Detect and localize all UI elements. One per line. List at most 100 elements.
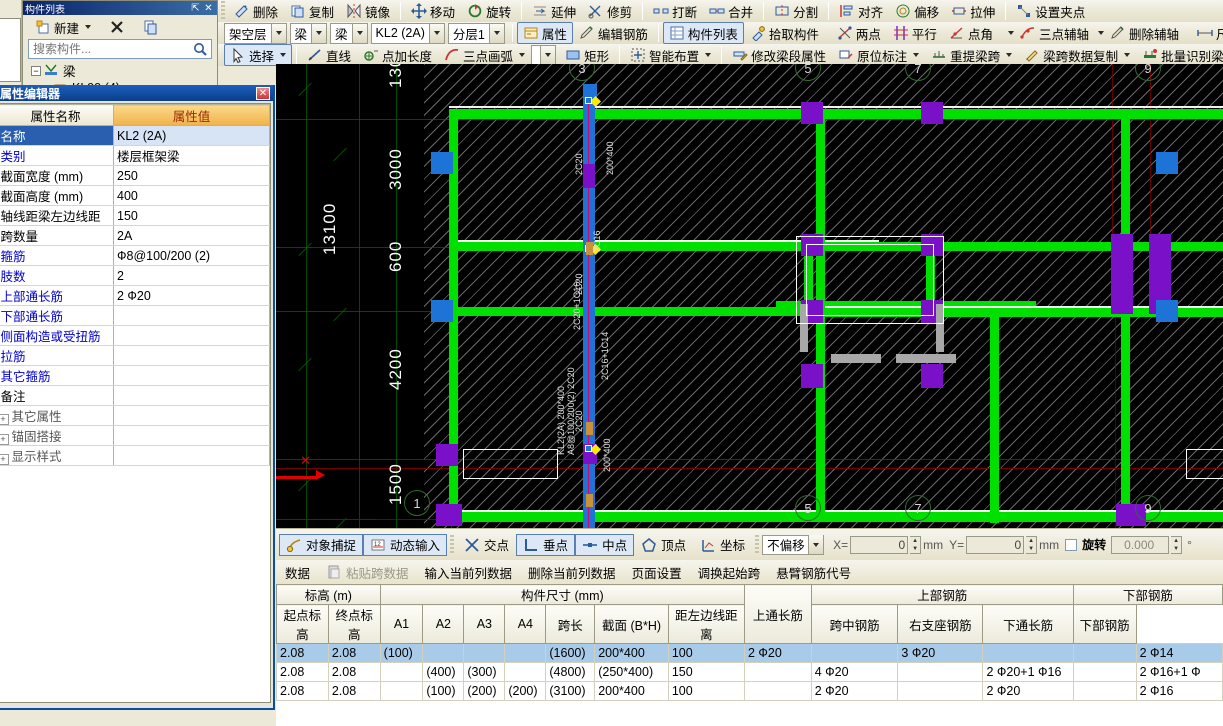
toolbar-button-直线[interactable]: 直线 <box>301 44 357 66</box>
property-value-cell[interactable]: 2 <box>113 265 270 286</box>
property-value-cell[interactable]: 2 Ф20 <box>113 285 270 306</box>
toolbar-button-旋转[interactable]: 旋转 <box>461 0 517 22</box>
sub-header-cell[interactable]: 跨长 <box>545 604 596 644</box>
snap-交点[interactable]: 交点 <box>457 534 516 556</box>
property-row[interactable]: + 锚固搭接 <box>0 425 270 446</box>
table-cell[interactable] <box>1072 681 1137 701</box>
cad-canvas[interactable]: ✕ 13100 3000 600 4200 1500 130 1 3 5 7 9 5 7 9 2C20 2C16… <box>276 64 1223 528</box>
property-row[interactable]: 下部通长筋 <box>0 305 270 326</box>
toolbar-button-延伸[interactable]: 延伸 <box>526 0 582 22</box>
span-tool-调换起始跨[interactable]: 调换起始跨 <box>691 561 768 584</box>
property-value-cell[interactable]: Ф8@100/200 (2) <box>113 245 270 266</box>
table-cell[interactable]: 2.08 <box>276 662 329 682</box>
toolbar-button-拾取构件[interactable]: 拾取构件 <box>744 22 825 44</box>
table-cell[interactable] <box>897 662 984 682</box>
property-row[interactable]: 上部通长筋 2 Ф20 <box>0 285 270 306</box>
property-row[interactable]: + 显示样式 <box>0 445 270 466</box>
copy-component-button[interactable] <box>137 16 165 38</box>
property-editor-window[interactable]: 属性编辑器 ✕ 属性名称 属性值 名称 KL2 (2A) 类别 楼层框架梁 截面宽度 (mm… <box>0 85 275 710</box>
expand-icon[interactable]: + <box>0 454 9 465</box>
toolbar-button-属性[interactable]: 属性 <box>516 22 573 44</box>
search-component-field[interactable] <box>28 39 212 59</box>
search-icon[interactable] <box>192 41 208 57</box>
toolbar-button-点加长度[interactable]: 点加长度 <box>357 44 438 66</box>
table-cell[interactable] <box>897 681 984 701</box>
chevron-down-icon[interactable] <box>1006 53 1013 57</box>
property-value-cell[interactable]: 150 <box>113 205 270 226</box>
table-row[interactable]: 2.08 2.08 (400) (300) (4800) (250*400) 150 4 Ф2… <box>276 662 1223 682</box>
table-cell[interactable] <box>810 643 899 663</box>
span-tool-输入当前列数据[interactable]: 输入当前列数据 <box>418 561 520 584</box>
sub-header-cell[interactable]: 跨中钢筋 <box>810 604 899 644</box>
table-cell[interactable]: 200*400 <box>594 643 669 663</box>
property-row[interactable]: 名称 KL2 (2A) <box>0 125 270 146</box>
table-cell[interactable]: 2.08 <box>327 681 381 701</box>
toolbar-button-修改梁段属性[interactable]: 修改梁段属性 <box>726 44 832 66</box>
y-spinner[interactable]: ▲ ▼ <box>1026 535 1038 554</box>
toolbar-button-编辑钢筋[interactable]: 编辑钢筋 <box>573 22 654 44</box>
property-row[interactable]: 截面高度 (mm) 400 <box>0 185 270 206</box>
table-cell[interactable]: 2 Ф20 <box>810 681 899 701</box>
beam-grip-center-2[interactable] <box>585 445 592 452</box>
group-header-cell[interactable]: 下部钢筋 <box>1072 584 1223 605</box>
table-cell[interactable] <box>504 643 547 663</box>
new-caret-icon[interactable] <box>85 25 92 29</box>
floor-combo-caret-icon[interactable] <box>270 23 286 43</box>
toolbar-button-尺寸[interactable]: 尺寸 <box>1191 22 1223 44</box>
sub-header-cell[interactable]: 起点标高 <box>276 604 329 644</box>
sub-header-cell[interactable]: 终点标高 <box>327 604 381 644</box>
table-cell[interactable] <box>379 662 424 682</box>
property-name-header[interactable]: 属性名称 <box>0 104 114 126</box>
toolbar-button-三点辅轴[interactable]: 三点辅轴 <box>1014 22 1095 44</box>
table-cell[interactable]: 2 Ф20 <box>744 643 812 663</box>
chevron-down-icon[interactable] <box>519 53 526 57</box>
table-cell[interactable]: 2 Ф16 <box>1135 681 1223 701</box>
span-data-table-wrap[interactable]: 标高 (m) 构件尺寸 (mm) 上通长筋 上部钢筋 下部钢筋 起点标高 终点标高 A1 A2 A… <box>276 584 1223 726</box>
table-cell[interactable] <box>982 643 1074 663</box>
component-list-close-icon[interactable]: ✕ <box>202 3 215 14</box>
toolbar-button-点角[interactable]: 点角 <box>943 22 999 44</box>
span-data-table[interactable]: 标高 (m) 构件尺寸 (mm) 上通长筋 上部钢筋 下部钢筋 起点标高 终点标高 A1 A2 A… <box>276 584 1223 701</box>
snap-顶点[interactable]: 顶点 <box>634 534 693 556</box>
toolbar-button-分割[interactable]: 分割 <box>768 0 824 22</box>
table-cell[interactable] <box>463 643 506 663</box>
property-value-cell[interactable]: KL2 (2A) <box>113 125 270 146</box>
chevron-down-icon[interactable] <box>1124 53 1131 57</box>
offset-mode-combo[interactable]: 不偏移 <box>762 534 825 555</box>
span-tool-页面设置[interactable]: 页面设置 <box>625 561 689 584</box>
property-table[interactable]: 属性名称 属性值 名称 KL2 (2A) 类别 楼层框架梁 截面宽度 (mm) 250 截面高度… <box>0 104 270 466</box>
x-spinner[interactable]: ▲ ▼ <box>910 535 922 554</box>
dynamic-input-toggle[interactable]: 12 动态输入 <box>363 533 448 556</box>
snap-垂点[interactable]: 垂点 <box>516 533 576 556</box>
property-value-cell[interactable]: 250 <box>113 165 270 186</box>
chevron-down-icon[interactable] <box>280 53 287 57</box>
table-cell[interactable]: (300) <box>463 662 506 682</box>
table-cell[interactable]: 100 <box>667 643 746 663</box>
layer-combo[interactable]: 分层1 <box>447 22 505 44</box>
toolbar-button-平行[interactable]: 平行 <box>887 22 943 44</box>
table-cell[interactable]: 200*400 <box>594 681 669 701</box>
table-cell[interactable]: 2.08 <box>276 643 329 663</box>
table-cell[interactable] <box>1072 643 1137 663</box>
table-row[interactable]: 2.08 2.08 (100) (200) (200) (3100) 200*400 100 2… <box>276 681 1223 701</box>
property-value-cell[interactable]: 400 <box>113 185 270 206</box>
table-cell[interactable]: (100) <box>379 643 424 663</box>
table-cell[interactable]: (200) <box>463 681 506 701</box>
property-value-cell[interactable] <box>113 365 270 386</box>
group-header-cell[interactable]: 构件尺寸 (mm) <box>379 584 746 605</box>
toolbar-button-构件列表[interactable]: 构件列表 <box>662 22 744 44</box>
table-cell[interactable]: (250*400) <box>594 662 669 682</box>
table-cell[interactable]: (3100) <box>545 681 596 701</box>
table-row[interactable]: 2.08 2.08 (100) (1600) 200*400 100 2 Ф20 3 Ф20 2… <box>276 643 1223 663</box>
toolbar-button-合并[interactable]: 合并 <box>703 0 759 22</box>
edit-toolbar-gripper[interactable] <box>221 1 225 21</box>
property-row[interactable]: 截面宽度 (mm) 250 <box>0 165 270 186</box>
toolbar-button-智能布置[interactable]: 智能布置 <box>624 44 717 66</box>
property-value-cell[interactable] <box>113 405 270 426</box>
y-input[interactable]: 0 <box>966 535 1025 554</box>
table-cell[interactable] <box>504 662 547 682</box>
toolbar-button-移动[interactable]: 移动 <box>405 0 461 22</box>
group-header-cell[interactable]: 上通长筋 <box>744 584 812 644</box>
property-value-header[interactable]: 属性值 <box>113 104 270 126</box>
toolbar-button-原位标注[interactable]: 原位标注 <box>832 44 925 66</box>
